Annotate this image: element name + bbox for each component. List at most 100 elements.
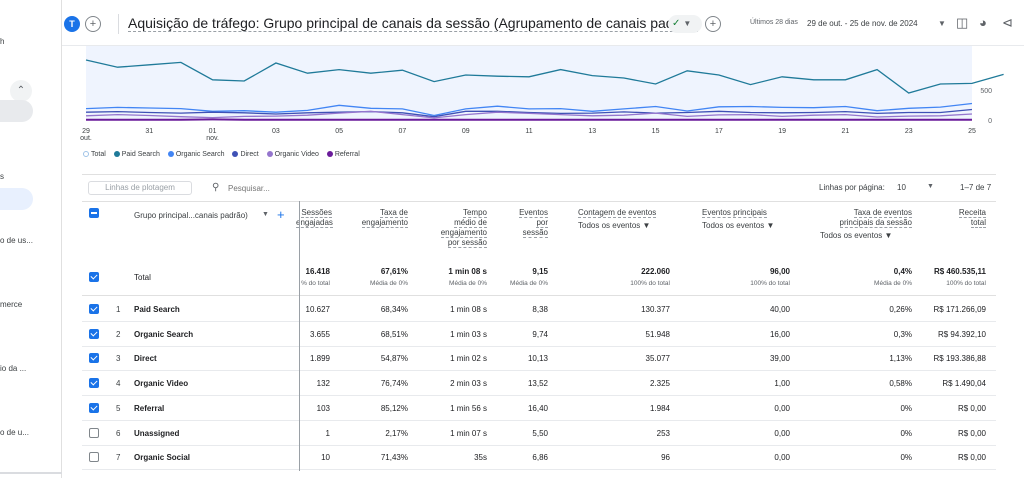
- nav-item-2[interactable]: o de us...: [0, 236, 33, 245]
- col-header-eng-rate[interactable]: Taxa de engajamento: [352, 208, 408, 228]
- x-tick-label: 03: [272, 128, 280, 135]
- share-icon[interactable]: ⊲: [1002, 15, 1013, 31]
- row-checkbox[interactable]: [89, 328, 99, 339]
- nav-item-1[interactable]: s: [0, 172, 4, 181]
- cell-sessions: 132: [316, 379, 330, 389]
- table-row[interactable]: 3 Direct 1.899 54,87% 1 min 02 s 10,13 35.077 3…: [82, 346, 996, 372]
- row-channel-name[interactable]: Paid Search: [134, 305, 180, 314]
- avatar[interactable]: T: [64, 16, 80, 32]
- cell-key-rate: 0,58%: [889, 379, 912, 389]
- total-revenue-sub: 100% do total: [946, 280, 986, 287]
- cell-eng-rate: 85,12%: [380, 403, 408, 413]
- total-event-count: 222.060: [641, 267, 670, 276]
- nav-item-5[interactable]: o de u...: [0, 428, 29, 437]
- compare-icon[interactable]: ◫: [956, 15, 968, 31]
- chart-legend: Total Paid Search Organic Search Direct …: [83, 151, 366, 161]
- row-number: 2: [116, 329, 121, 339]
- cell-key-rate: 0%: [900, 403, 912, 413]
- search-input[interactable]: [228, 182, 428, 195]
- legend-organic-video[interactable]: Organic Video: [266, 151, 319, 158]
- dimension-header[interactable]: Grupo principal...canais padrão): [134, 211, 248, 220]
- total-label: Total: [134, 273, 151, 282]
- left-nav: h ⌃ s o de us... merce io da ... o de u.…: [0, 0, 62, 478]
- cell-events-per: 13,52: [527, 379, 548, 389]
- x-tick-label: nov.: [206, 135, 219, 142]
- cell-event-count: 2.325: [649, 379, 670, 389]
- nav-item-4[interactable]: io da ...: [0, 364, 26, 373]
- chevron-down-icon[interactable]: ▼: [262, 211, 269, 218]
- col-header-avg-time[interactable]: Tempo médio de engajamento por sessão: [422, 208, 487, 248]
- legend-organic-search[interactable]: Organic Search: [167, 151, 224, 158]
- total-sessions: 16.418: [305, 267, 330, 276]
- nav-selected-bg: [0, 100, 33, 122]
- add-comparison-icon[interactable]: +: [85, 16, 101, 32]
- divider: [118, 14, 119, 34]
- status-check-dropdown[interactable]: ✓ ▼: [668, 15, 702, 33]
- select-all-checkbox[interactable]: [89, 208, 99, 218]
- table-row[interactable]: 6 Unassigned 1 2,17% 1 min 07 s 5,50 253 0,00 0%…: [82, 421, 996, 446]
- total-eng-rate: 67,61%: [380, 267, 408, 276]
- col-header-revenue[interactable]: Receita total: [930, 208, 986, 228]
- legend-referral[interactable]: Referral: [326, 151, 360, 158]
- col-header-key-rate[interactable]: Taxa de eventos principais da sessão Todo…: [820, 208, 912, 241]
- key-events-filter[interactable]: Todos os eventos ▼: [702, 221, 792, 231]
- cell-key-events: 1,00: [774, 379, 790, 389]
- cell-key-events: 16,00: [769, 329, 790, 339]
- row-checkbox[interactable]: [89, 304, 99, 314]
- row-channel-name[interactable]: Organic Search: [134, 330, 193, 339]
- legend-dot-icon: [266, 151, 273, 157]
- nav-divider: [0, 472, 62, 474]
- row-checkbox[interactable]: [89, 427, 99, 438]
- legend-paid-search[interactable]: Paid Search: [113, 151, 160, 158]
- row-checkbox[interactable]: [89, 378, 99, 389]
- row-checkbox[interactable]: [89, 353, 99, 364]
- add-report-icon[interactable]: +: [705, 16, 721, 32]
- x-tick-label: 13: [588, 128, 596, 135]
- nav-item-3[interactable]: merce: [0, 300, 22, 309]
- col-header-event-count[interactable]: Contagem de eventos Todos os eventos ▼: [578, 208, 668, 231]
- row-channel-name[interactable]: Organic Video: [134, 379, 188, 388]
- cell-key-rate: 0%: [900, 453, 912, 463]
- cell-eng-rate: 68,34%: [380, 305, 408, 314]
- date-range-picker[interactable]: 29 de out. - 25 de nov. de 2024: [807, 19, 918, 28]
- x-tick-label: 29: [82, 128, 90, 135]
- legend-total[interactable]: Total: [83, 151, 106, 158]
- cell-revenue: R$ 0,00: [957, 453, 986, 463]
- cell-key-events: 0,00: [774, 403, 790, 413]
- row-channel-name[interactable]: Unassigned: [134, 429, 179, 438]
- key-rate-filter[interactable]: Todos os eventos ▼: [820, 231, 912, 241]
- row-channel-name[interactable]: Organic Social: [134, 453, 190, 462]
- col-header-events-per[interactable]: Eventos por sessão: [502, 208, 548, 238]
- row-checkbox[interactable]: [89, 402, 99, 413]
- legend-direct[interactable]: Direct: [232, 151, 259, 158]
- table-row[interactable]: 4 Organic Video 132 76,74% 2 min 03 s 13,52 2.…: [82, 371, 996, 397]
- nav-selected-item[interactable]: [0, 188, 33, 210]
- cell-sessions: 1.899: [309, 354, 330, 364]
- collapse-chevron-icon[interactable]: ⌃: [10, 80, 32, 102]
- row-channel-name[interactable]: Direct: [134, 354, 157, 363]
- nav-item-0[interactable]: h: [0, 37, 4, 46]
- x-tick-label: 25: [968, 128, 976, 135]
- row-checkbox[interactable]: [89, 452, 99, 463]
- col-header-sessions[interactable]: Sessões engajadas: [296, 208, 333, 228]
- event-count-filter[interactable]: Todos os eventos ▼: [578, 221, 668, 231]
- table-row[interactable]: 1 Paid Search 10.627 68,34% 1 min 08 s 8,38 13…: [82, 297, 996, 322]
- plot-rows-button[interactable]: Linhas de plotagem: [88, 181, 192, 195]
- cell-key-events: 39,00: [769, 354, 790, 364]
- pagination-label: 1–7 de 7: [960, 183, 992, 192]
- total-avg-time: 1 min 08 s: [448, 267, 487, 276]
- insights-icon[interactable]: ◕: [979, 15, 987, 30]
- col-header-key-events[interactable]: Eventos principais Todos os eventos ▼: [702, 208, 792, 231]
- cell-revenue: R$ 171.266,09: [933, 305, 987, 314]
- cell-eng-rate: 68,51%: [380, 329, 408, 339]
- rows-per-page-select[interactable]: 10: [897, 183, 906, 192]
- table-row[interactable]: 7 Organic Social 10 71,43% 35s 6,86 96 0,00 0% R$…: [82, 445, 996, 471]
- total-checkbox[interactable]: [89, 272, 99, 282]
- chevron-down-icon[interactable]: ▼: [927, 183, 934, 190]
- total-sessions-sub: % do total: [301, 280, 330, 287]
- add-dimension-icon[interactable]: +: [277, 207, 285, 222]
- table-row[interactable]: 2 Organic Search 3.655 68,51% 1 min 03 s 9,74…: [82, 322, 996, 347]
- table-row[interactable]: 5 Referral 103 85,12% 1 min 56 s 16,40 1.984 0,…: [82, 396, 996, 421]
- date-chevron-icon[interactable]: ▼: [938, 19, 946, 28]
- row-channel-name[interactable]: Referral: [134, 404, 164, 413]
